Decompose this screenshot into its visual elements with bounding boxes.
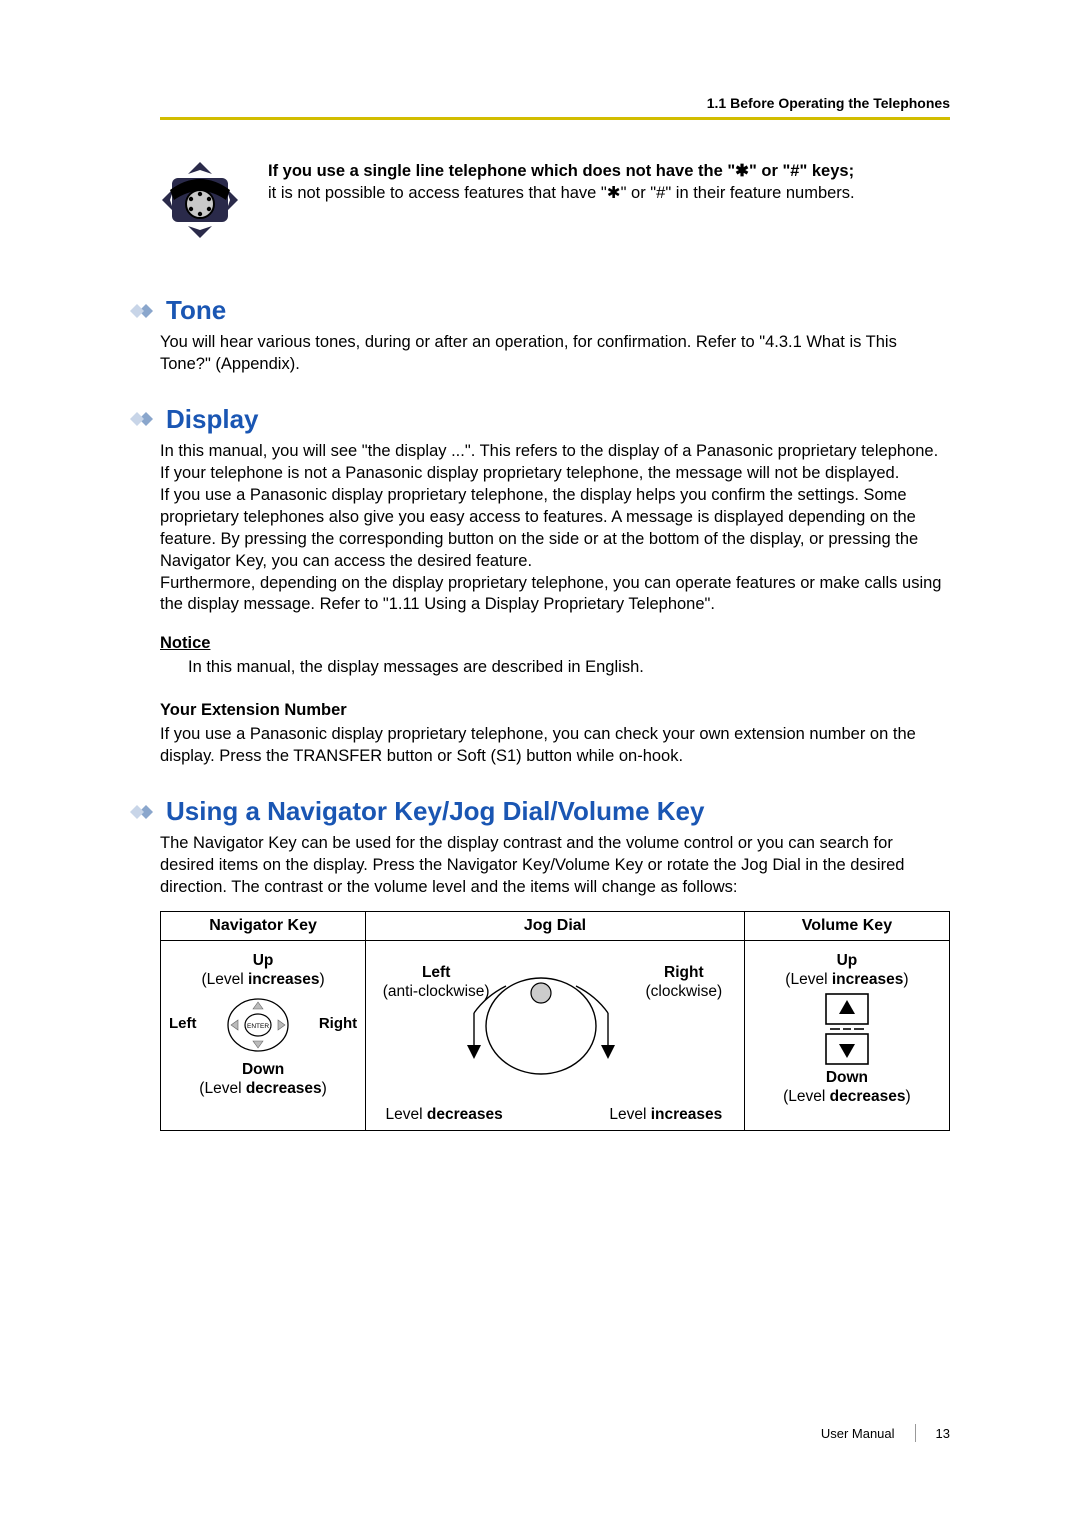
svg-text:ENTER: ENTER (247, 1023, 269, 1030)
notice-label: Notice (160, 634, 950, 653)
display-heading: Display (166, 404, 259, 435)
volume-key-cell: Up (Level increases) Down (Level decreas… (745, 941, 949, 1121)
jog-dial-cell: Left(anti-clockwise) Right(clockwise) (366, 941, 744, 1130)
extension-number-label: Your Extension Number (160, 701, 950, 720)
key-table: Navigator Key Jog Dial Volume Key Up (Le… (160, 911, 950, 1131)
section-bullet-icon (130, 408, 160, 430)
footer-label: User Manual (821, 1426, 895, 1441)
navigator-key-cell: Up (Level increases) Left ENTER (161, 941, 365, 1113)
section-bullet-icon (130, 300, 160, 322)
header-section: 1.1 Before Operating the Telephones (160, 95, 950, 120)
table-header-jogdial: Jog Dial (366, 912, 745, 941)
display-para1: In this manual, you will see "the displa… (160, 442, 938, 482)
notice-body: In this manual, the display messages are… (188, 657, 950, 679)
note-body-line: it is not possible to access features th… (268, 184, 855, 202)
navigator-key-icon: ENTER (222, 996, 294, 1054)
navigator-intro: The Navigator Key can be used for the di… (160, 833, 950, 899)
navigator-heading: Using a Navigator Key/Jog Dial/Volume Ke… (166, 796, 704, 827)
tone-body: You will hear various tones, during or a… (160, 332, 950, 376)
rotary-phone-icon (160, 160, 240, 245)
section-bullet-icon (130, 801, 160, 823)
footer-page: 13 (936, 1426, 950, 1441)
single-line-phone-note: If you use a single line telephone which… (160, 160, 950, 245)
table-header-volume: Volume Key (744, 912, 949, 941)
display-para3: Furthermore, depending on the display pr… (160, 574, 941, 614)
volume-key-icon (812, 990, 882, 1068)
jog-dial-icon (366, 951, 716, 1081)
footer: User Manual 13 (821, 1424, 950, 1442)
display-para2: If you use a Panasonic display proprieta… (160, 486, 918, 570)
extension-number-body: If you use a Panasonic display proprieta… (160, 724, 950, 768)
tone-heading: Tone (166, 295, 226, 326)
note-bold-line: If you use a single line telephone which… (268, 162, 854, 180)
table-header-navigator: Navigator Key (161, 912, 366, 941)
